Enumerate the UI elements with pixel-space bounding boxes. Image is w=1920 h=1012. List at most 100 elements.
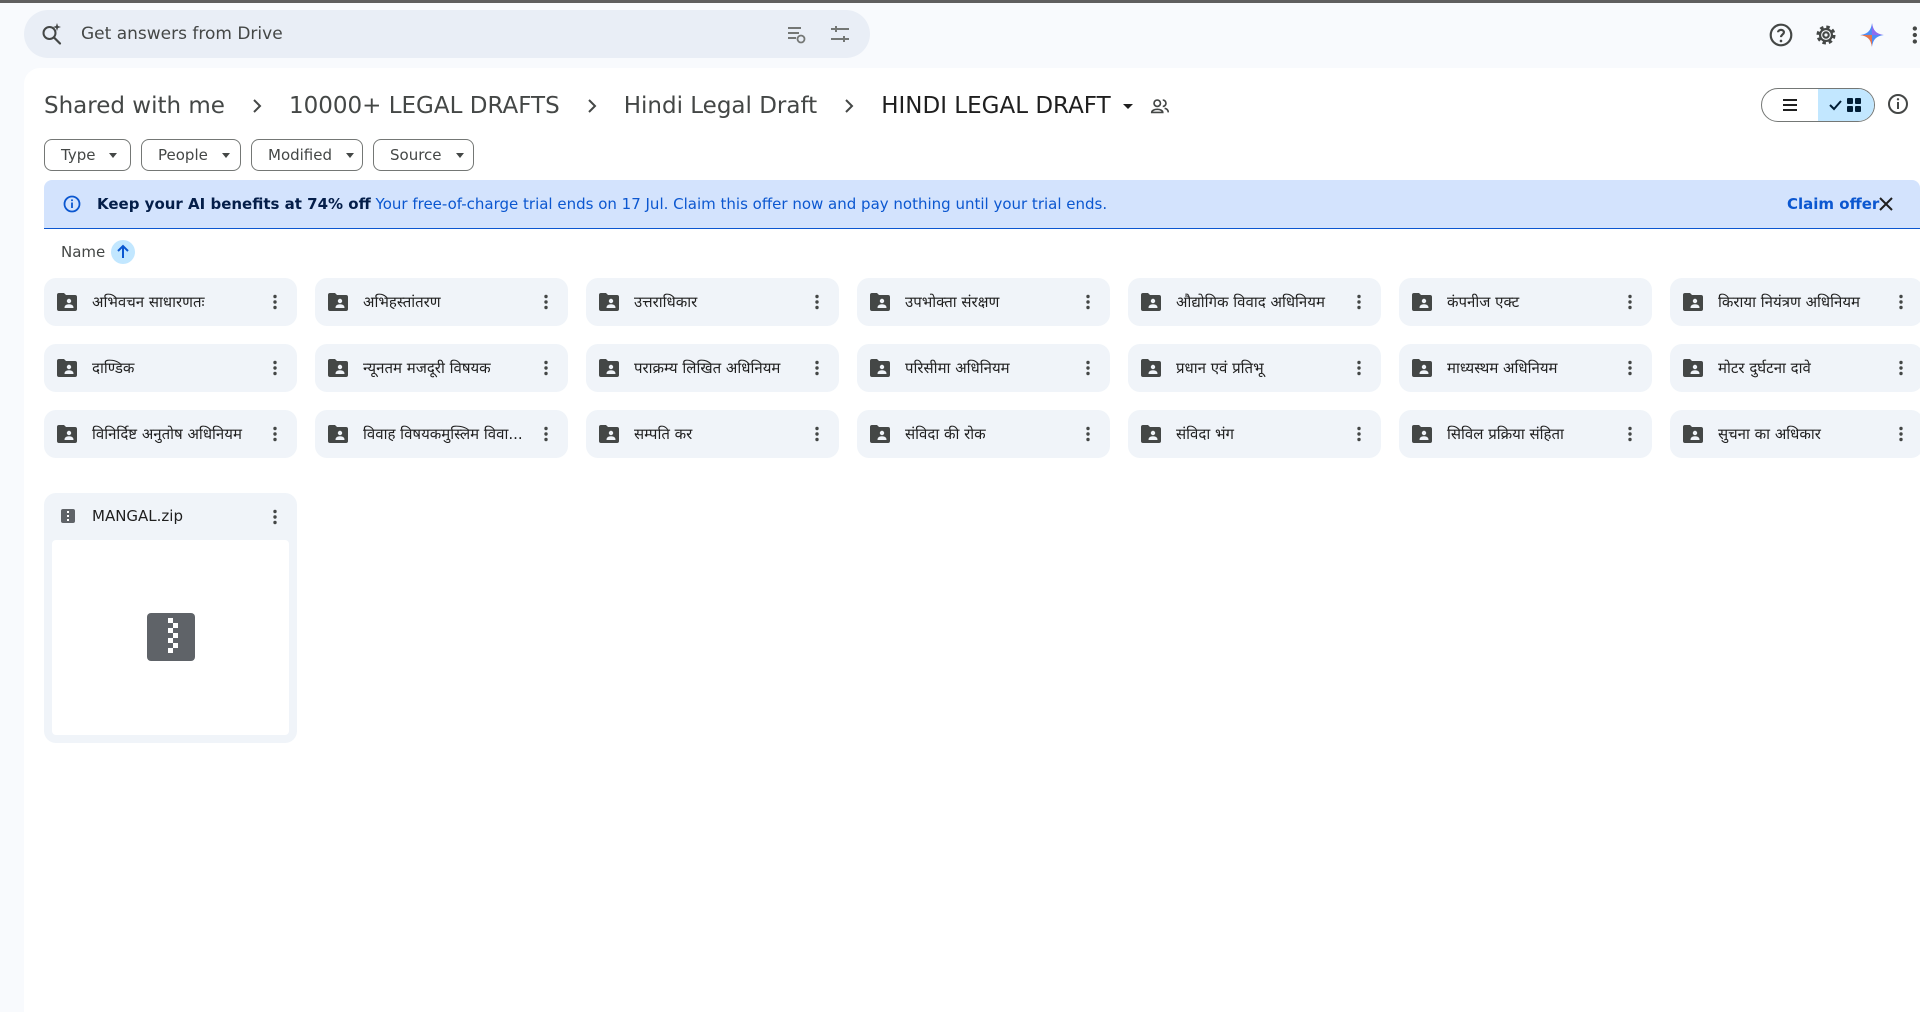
claim-offer-button[interactable]: Claim offer xyxy=(1787,195,1879,213)
more-vert-icon[interactable] xyxy=(265,358,285,378)
folder-item[interactable]: न्यूनतम मजदूरी विषयक xyxy=(315,344,568,392)
filter-tune-icon[interactable] xyxy=(828,22,852,46)
breadcrumb-hindi-legal-draft[interactable]: Hindi Legal Draft xyxy=(624,93,818,119)
folder-item[interactable]: प्रधान एवं प्रतिभू xyxy=(1128,344,1381,392)
close-icon[interactable] xyxy=(1876,194,1896,214)
folder-item[interactable]: अभिहस्तांतरण xyxy=(315,278,568,326)
folder-item[interactable]: उपभोक्ता संरक्षण xyxy=(857,278,1110,326)
folder-item[interactable]: अभिवचन साधारणतः xyxy=(44,278,297,326)
folder-item[interactable]: सुचना का अधिकार xyxy=(1670,410,1920,458)
filter-source-chip[interactable]: Source xyxy=(373,139,474,171)
file-name: MANGAL.zip xyxy=(92,507,183,525)
sort-name-label[interactable]: Name xyxy=(61,243,105,261)
banner-headline: Keep your AI benefits at 74% off xyxy=(97,195,371,213)
more-vert-icon[interactable] xyxy=(1891,358,1911,378)
gemini-spark-icon[interactable] xyxy=(1859,22,1885,48)
more-vert-icon[interactable] xyxy=(536,424,556,444)
folder-name: संविदा भंग xyxy=(1176,425,1234,443)
shared-folder-icon xyxy=(328,425,348,443)
chevron-right-icon xyxy=(587,99,597,113)
more-vert-icon[interactable] xyxy=(807,424,827,444)
more-vert-icon[interactable] xyxy=(1620,358,1640,378)
dropdown-arrow-icon xyxy=(109,152,118,158)
more-vert-icon[interactable] xyxy=(536,292,556,312)
shared-folder-icon xyxy=(1412,425,1432,443)
more-vert-icon[interactable] xyxy=(1620,424,1640,444)
folder-item[interactable]: परिसीमा अधिनियम xyxy=(857,344,1110,392)
more-vert-icon[interactable] xyxy=(1349,424,1369,444)
help-icon[interactable] xyxy=(1768,22,1794,48)
check-grid-icon xyxy=(1829,98,1861,112)
search-bar[interactable]: Get answers from Drive xyxy=(24,10,870,58)
more-vert-icon[interactable] xyxy=(1078,424,1098,444)
dropdown-arrow-icon xyxy=(221,152,230,158)
folder-name: अभिवचन साधारणतः xyxy=(92,293,205,311)
banner-text: Your free-of-charge trial ends on 17 Jul… xyxy=(375,195,1108,213)
folder-name: अभिहस्तांतरण xyxy=(363,293,441,311)
shared-folder-icon xyxy=(328,293,348,311)
folder-item[interactable]: मोटर दुर्घटना दावे xyxy=(1670,344,1920,392)
search-options-icon[interactable] xyxy=(784,22,808,46)
shared-folder-icon xyxy=(57,425,77,443)
more-vert-icon[interactable] xyxy=(265,507,285,527)
more-vert-icon[interactable] xyxy=(265,424,285,444)
filter-chips: Type People Modified Source xyxy=(44,139,474,171)
folder-name: माध्यस्थम अधिनियम xyxy=(1447,359,1558,377)
more-vert-icon[interactable] xyxy=(1620,292,1640,312)
apps-grid-icon[interactable] xyxy=(1904,22,1920,48)
folder-item[interactable]: किराया नियंत्रण अधिनियम xyxy=(1670,278,1920,326)
folder-item[interactable]: उत्तराधिकार xyxy=(586,278,839,326)
more-vert-icon[interactable] xyxy=(1349,358,1369,378)
arrow-up-icon xyxy=(117,244,129,258)
more-vert-icon[interactable] xyxy=(1891,424,1911,444)
folder-item[interactable]: संविदा भंग xyxy=(1128,410,1381,458)
folder-name: सुचना का अधिकार xyxy=(1718,425,1821,443)
more-vert-icon[interactable] xyxy=(807,358,827,378)
folder-item[interactable]: पराक्रम्य लिखित अधिनियम xyxy=(586,344,839,392)
folder-name: औद्योगिक विवाद अधिनियम xyxy=(1176,293,1325,311)
filter-type-chip[interactable]: Type xyxy=(44,139,131,171)
shared-folder-icon xyxy=(57,359,77,377)
shared-folder-icon xyxy=(870,293,890,311)
more-vert-icon[interactable] xyxy=(807,292,827,312)
folder-item[interactable]: विवाह विषयकमुस्लिम विवा... xyxy=(315,410,568,458)
shared-folder-icon xyxy=(1412,293,1432,311)
filter-modified-chip[interactable]: Modified xyxy=(251,139,363,171)
folder-item[interactable]: औद्योगिक विवाद अधिनियम xyxy=(1128,278,1381,326)
folder-item[interactable]: कंपनीज एक्ट xyxy=(1399,278,1652,326)
breadcrumb-current-folder[interactable]: HINDI LEGAL DRAFT xyxy=(881,93,1110,119)
more-vert-icon[interactable] xyxy=(1891,292,1911,312)
folder-item[interactable]: दाण्डिक xyxy=(44,344,297,392)
more-vert-icon[interactable] xyxy=(1349,292,1369,312)
folder-name: पराक्रम्य लिखित अधिनियम xyxy=(634,359,781,377)
grid-view-button[interactable] xyxy=(1818,89,1874,121)
folder-item[interactable]: सम्पति कर xyxy=(586,410,839,458)
folder-name: सिविल प्रक्रिया संहिता xyxy=(1447,425,1564,443)
caret-down-icon[interactable] xyxy=(1119,97,1137,115)
list-view-button[interactable] xyxy=(1762,89,1818,121)
folder-item[interactable]: संविदा की रोक xyxy=(857,410,1110,458)
more-vert-icon[interactable] xyxy=(1078,292,1098,312)
chevron-right-icon xyxy=(253,99,262,113)
dropdown-arrow-icon xyxy=(346,152,355,158)
folder-item[interactable]: विनिर्दिष्ट अनुतोष अधिनियम xyxy=(44,410,297,458)
more-vert-icon[interactable] xyxy=(536,358,556,378)
folder-item[interactable]: माध्यस्थम अधिनियम xyxy=(1399,344,1652,392)
breadcrumb-shared-with-me[interactable]: Shared with me xyxy=(44,93,225,119)
promo-banner: Keep your AI benefits at 74% off Your fr… xyxy=(44,180,1920,229)
info-icon[interactable] xyxy=(1886,92,1910,116)
shared-folder-icon xyxy=(1412,359,1432,377)
search-input[interactable]: Get answers from Drive xyxy=(81,24,283,44)
shared-folder-icon xyxy=(1141,359,1161,377)
breadcrumb-legal-drafts[interactable]: 10000+ LEGAL DRAFTS xyxy=(289,93,560,119)
sort-direction-button[interactable] xyxy=(111,240,136,264)
more-vert-icon[interactable] xyxy=(265,292,285,312)
more-vert-icon[interactable] xyxy=(1078,358,1098,378)
file-card[interactable]: MANGAL.zip xyxy=(44,493,297,743)
folder-item[interactable]: सिविल प्रक्रिया संहिता xyxy=(1399,410,1652,458)
folder-name: सम्पति कर xyxy=(634,425,693,443)
filter-people-chip[interactable]: People xyxy=(141,139,241,171)
settings-gear-icon[interactable] xyxy=(1813,22,1839,48)
breadcrumb: Shared with me 10000+ LEGAL DRAFTS Hindi… xyxy=(44,86,1171,126)
banner-message: Keep your AI benefits at 74% off Your fr… xyxy=(97,195,1107,213)
